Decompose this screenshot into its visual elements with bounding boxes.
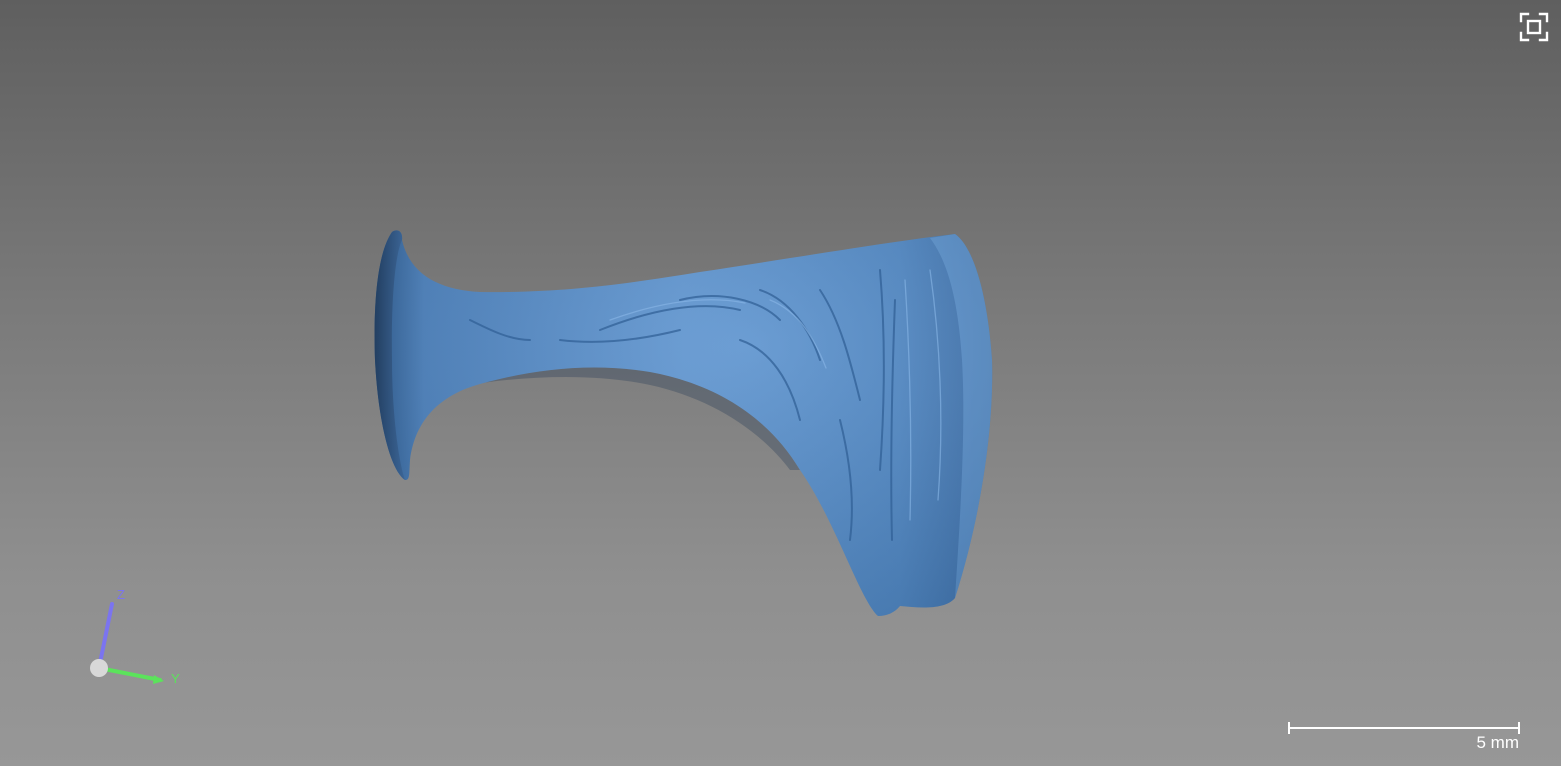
axe-head-model[interactable]: [0, 0, 1561, 766]
y-axis-arrow: [153, 675, 164, 684]
3d-viewport[interactable]: Z Y 5 mm: [0, 0, 1561, 766]
scale-bar-label: 5 mm: [1476, 733, 1520, 752]
axis-gizmo: Z Y: [90, 587, 180, 686]
scale-bar: 5 mm: [1288, 722, 1521, 758]
axis-origin: [90, 659, 108, 677]
y-axis-line: [97, 666, 162, 682]
z-axis-line: [97, 602, 114, 670]
y-axis-label: Y: [171, 671, 180, 686]
z-axis-label: Z: [117, 587, 125, 602]
scale-bar-line: [1288, 727, 1519, 729]
